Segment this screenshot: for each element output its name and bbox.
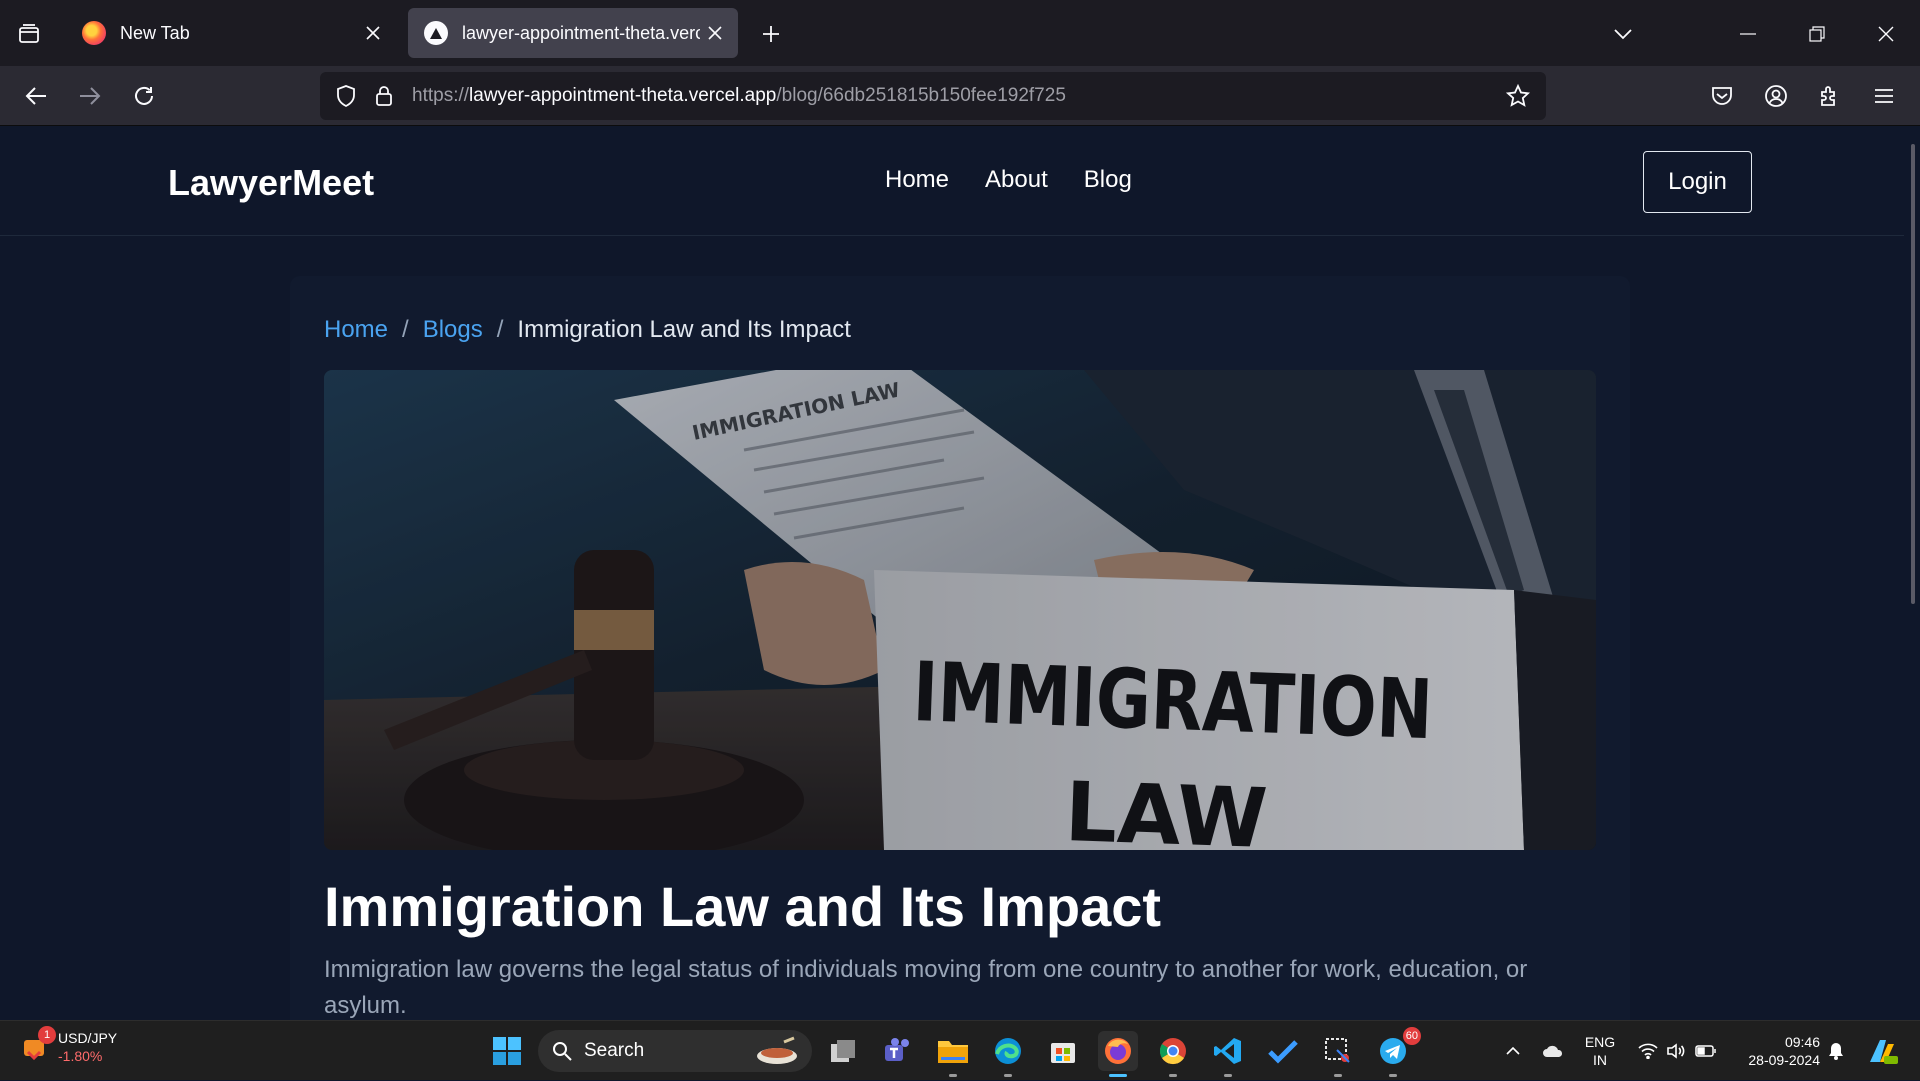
firefox-icon (82, 21, 106, 45)
chevron-down-icon[interactable] (1603, 14, 1643, 54)
file-explorer-icon[interactable] (933, 1031, 973, 1077)
post-description: Immigration law governs the legal status… (324, 956, 1528, 1019)
blog-hero-image: IMMIGRATION LAW IMMIGRATION LAW (324, 370, 1596, 850)
close-window-icon[interactable] (1866, 14, 1906, 54)
telegram-badge: 60 (1402, 1027, 1421, 1045)
url-host: lawyer-appointment-theta.vercel.app (469, 85, 777, 106)
bookmark-star-icon[interactable] (1500, 78, 1536, 114)
url-path: /blog/66db251815b150fee192f725 (776, 85, 1066, 106)
breadcrumb-home[interactable]: Home (324, 316, 388, 344)
restore-icon[interactable] (1797, 14, 1837, 54)
pocket-icon[interactable] (1704, 78, 1740, 114)
running-indicator (949, 1074, 957, 1077)
menu-icon[interactable] (1866, 78, 1902, 114)
browser-toolbar: https://lawyer-appointment-theta.vercel.… (0, 66, 1920, 126)
post-title: Immigration Law and Its Impact (324, 875, 1162, 938)
nav-link-about[interactable]: About (985, 166, 1048, 194)
firefox-taskbar-icon[interactable] (1098, 1031, 1138, 1077)
immigration-law-illustration: IMMIGRATION LAW IMMIGRATION LAW (324, 370, 1596, 850)
running-indicator (1389, 1074, 1397, 1077)
taskbar-search[interactable]: Search (538, 1030, 812, 1072)
tab-new-tab[interactable]: New Tab (66, 8, 396, 58)
blog-post-card: Home / Blogs / Immigration Law and Its I… (290, 276, 1630, 1020)
teams-icon[interactable] (878, 1031, 918, 1071)
stock-trend-icon: 1 (20, 1026, 56, 1062)
windows-taskbar: 1 USD/JPY -1.80% Search 60 ENG IN 09:46 … (0, 1020, 1920, 1080)
nav-link-blog[interactable]: Blog (1084, 166, 1132, 194)
task-view-icon[interactable] (823, 1031, 863, 1071)
clock-date: 28-09-2024 (1748, 1052, 1820, 1068)
stock-pair: USD/JPY (58, 1030, 118, 1046)
running-indicator (1004, 1074, 1012, 1077)
close-icon[interactable] (358, 18, 388, 48)
address-bar[interactable]: https://lawyer-appointment-theta.vercel.… (320, 72, 1546, 120)
forward-arrow-icon[interactable] (72, 78, 108, 114)
notification-bell-icon[interactable] (1824, 1021, 1848, 1081)
reload-icon[interactable] (126, 78, 162, 114)
system-clock[interactable]: 09:46 28-09-2024 (1728, 1021, 1820, 1081)
web-page: LawyerMeet Home About Blog Login Home / … (0, 126, 1920, 1020)
vercel-icon (424, 21, 448, 45)
clock-time: 09:46 (1784, 1034, 1820, 1050)
chevron-up-icon[interactable] (1500, 1021, 1526, 1081)
widget-badge: 1 (38, 1026, 56, 1044)
minimize-icon[interactable] (1728, 14, 1768, 54)
microsoft-store-icon[interactable] (1043, 1031, 1083, 1071)
shield-icon[interactable] (332, 82, 360, 110)
running-indicator (1169, 1074, 1177, 1077)
url-text[interactable]: https://lawyer-appointment-theta.vercel.… (412, 85, 1500, 107)
breadcrumb-current: Immigration Law and Its Impact (517, 316, 851, 343)
breadcrumb-separator: / (496, 316, 504, 343)
browser-tab-bar: New Tab lawyer-appointment-theta.vercel.… (0, 0, 1920, 66)
tab-title: lawyer-appointment-theta.vercel.app (462, 22, 700, 43)
stock-change: -1.80% (58, 1048, 103, 1064)
extensions-icon[interactable] (1812, 78, 1848, 114)
account-icon[interactable] (1758, 78, 1794, 114)
wifi-icon[interactable] (1635, 1021, 1661, 1081)
site-header: LawyerMeet Home About Blog Login (0, 126, 1904, 236)
scrollbar-thumb[interactable] (1911, 144, 1915, 604)
windows-start-icon[interactable] (487, 1031, 527, 1071)
language-code: ENG (1584, 1034, 1616, 1050)
tab-list-icon[interactable] (12, 17, 46, 51)
page-scrollbar[interactable] (1904, 126, 1920, 1020)
volume-icon[interactable] (1663, 1021, 1689, 1081)
search-label: Search (584, 1040, 645, 1061)
region-code: IN (1593, 1052, 1607, 1068)
telegram-icon[interactable]: 60 (1373, 1027, 1421, 1077)
breadcrumb-blogs[interactable]: Blogs (423, 316, 483, 344)
tab-lawyer-appointment[interactable]: lawyer-appointment-theta.vercel.app (408, 8, 738, 58)
todo-icon[interactable] (1263, 1031, 1303, 1071)
copilot-icon[interactable] (1862, 1021, 1902, 1081)
battery-icon[interactable] (1693, 1021, 1719, 1081)
snipping-tool-icon[interactable] (1318, 1031, 1358, 1077)
edge-icon[interactable] (988, 1031, 1028, 1077)
breadcrumb-separator: / (402, 316, 409, 343)
stock-widget[interactable]: 1 USD/JPY -1.80% (20, 1026, 118, 1065)
vscode-icon[interactable] (1208, 1031, 1248, 1077)
site-nav: Home About Blog (885, 166, 1132, 194)
close-icon[interactable] (700, 18, 730, 48)
breadcrumb: Home / Blogs / Immigration Law and Its I… (324, 316, 851, 344)
tab-title: New Tab (120, 22, 190, 43)
active-indicator (1109, 1074, 1127, 1077)
search-highlight-icon (754, 1036, 800, 1066)
running-indicator (1224, 1074, 1232, 1077)
onedrive-icon[interactable] (1538, 1021, 1568, 1081)
lock-icon[interactable] (372, 82, 396, 110)
search-icon (552, 1041, 572, 1061)
site-logo[interactable]: LawyerMeet (168, 162, 374, 204)
nav-link-home[interactable]: Home (885, 166, 949, 194)
back-arrow-icon[interactable] (18, 78, 54, 114)
running-indicator (1334, 1074, 1342, 1077)
language-indicator[interactable]: ENG IN (1580, 1021, 1620, 1081)
login-button[interactable]: Login (1643, 151, 1752, 213)
url-scheme: https:// (412, 85, 470, 106)
new-tab-button[interactable] (754, 17, 788, 51)
chrome-icon[interactable] (1153, 1031, 1193, 1077)
